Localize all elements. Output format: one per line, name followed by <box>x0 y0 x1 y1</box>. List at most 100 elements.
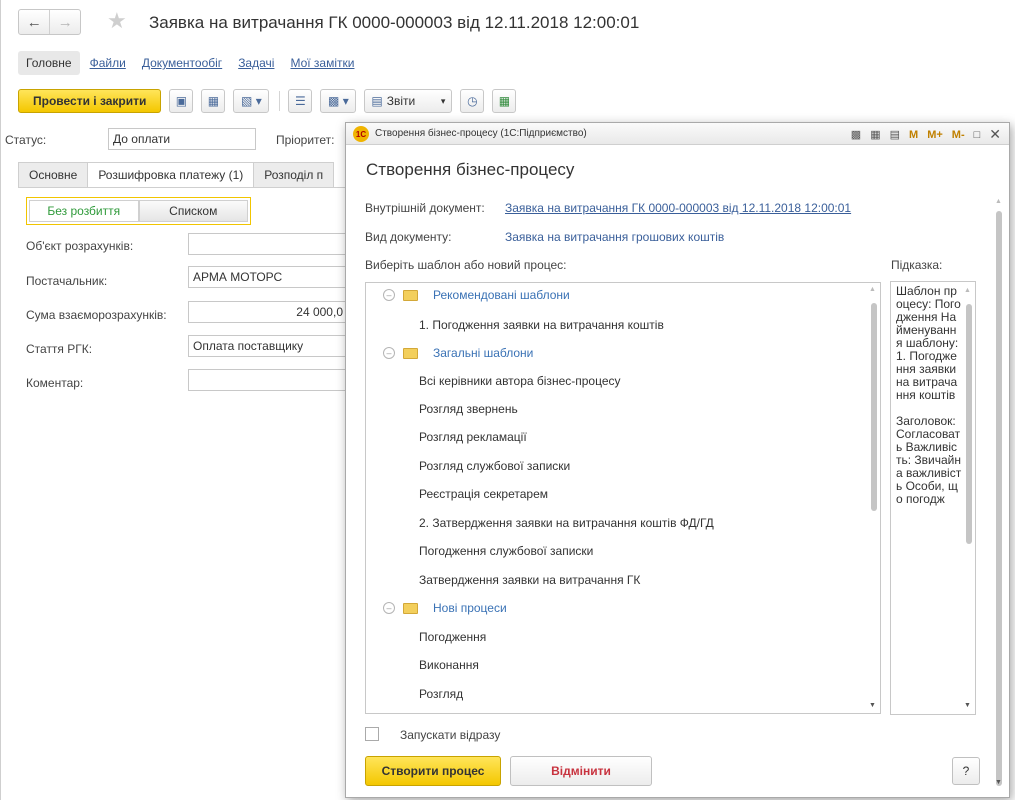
memory-m-button[interactable]: M <box>909 129 918 141</box>
template-item-label: Реєстрація секретарем <box>419 487 548 501</box>
tab-payment-details[interactable]: Розшифровка платежу (1) <box>87 162 255 188</box>
tree-item-row[interactable]: Розгляд звернень <box>366 398 880 420</box>
internal-document-label: Внутрішній документ: <box>365 201 485 215</box>
back-arrow-icon[interactable]: ← <box>19 10 49 34</box>
tree-group-row[interactable]: – Нові процеси <box>366 597 880 619</box>
collapse-icon[interactable]: – <box>383 602 395 614</box>
create-process-button[interactable]: Створити процес <box>365 756 501 786</box>
create-based-on-icon[interactable]: ▧ ▾ <box>233 89 270 113</box>
print-icon[interactable]: ▩ <box>851 128 861 141</box>
folder-icon <box>403 289 418 301</box>
settlement-sum-field[interactable]: 24 000,0 <box>188 301 348 323</box>
settlement-sum-label: Сума взаєморозрахунків: <box>26 308 167 322</box>
chevron-down-icon: ▾ <box>440 95 446 106</box>
tree-scrollbar[interactable] <box>871 303 877 511</box>
section-tabs: Головне Файли Документообіг Задачі Мої з… <box>18 50 370 76</box>
document-list-icon[interactable]: ☰ <box>288 89 313 113</box>
tree-group-row[interactable]: – Рекомендовані шаблони <box>366 284 880 306</box>
supplier-field[interactable]: АРМА МОТОРС <box>188 266 348 288</box>
comment-field[interactable] <box>188 369 348 391</box>
hint-panel: Шаблон процесу: Погодження Найменування … <box>890 281 976 715</box>
cancel-button[interactable]: Відмінити <box>510 756 652 786</box>
tab-main[interactable]: Головне <box>18 51 80 75</box>
tab-tasks[interactable]: Задачі <box>238 56 274 70</box>
memory-m-minus-button[interactable]: M- <box>952 129 965 141</box>
priority-label: Пріоритет: <box>276 133 335 147</box>
post-document-icon[interactable]: ▦ <box>201 89 226 113</box>
template-item-label: Затвердження заявки на витрачання ГК <box>419 573 641 587</box>
tab-basic[interactable]: Основне <box>18 162 89 188</box>
template-item-label: Розгляд службової записки <box>419 459 571 473</box>
run-immediately-checkbox[interactable] <box>365 727 379 741</box>
forward-arrow-icon[interactable]: → <box>49 10 80 34</box>
collapse-icon[interactable]: – <box>383 347 395 359</box>
tree-item-row[interactable]: Погодження <box>366 626 880 648</box>
scroll-up-icon[interactable]: ▲ <box>964 287 971 294</box>
favorite-star-icon[interactable]: ★ <box>107 8 127 34</box>
template-item-label: 1. Погодження заявки на витрачання кошті… <box>419 318 664 332</box>
rgk-article-label: Стаття РГК: <box>26 342 93 356</box>
internal-document-link[interactable]: Заявка на витрачання ГК 0000-000003 від … <box>505 201 851 215</box>
tree-item-row[interactable]: Розгляд службової записки <box>366 455 880 477</box>
run-immediately-label: Запускати відразу <box>400 728 501 742</box>
rgk-article-field[interactable]: Оплата поставщику <box>188 335 348 357</box>
tree-item-row[interactable]: Виконання <box>366 654 880 676</box>
calculator-icon[interactable]: ▦ <box>870 128 880 141</box>
help-button[interactable]: ? <box>952 757 980 785</box>
settlement-object-label: Об'єкт розрахунків: <box>26 239 134 253</box>
without-split-button[interactable]: Без розбиття <box>29 200 139 222</box>
tree-item-row[interactable]: Всі керівники автора бізнес-процесу <box>366 370 880 392</box>
tab-my-notes[interactable]: Мої замітки <box>290 56 354 70</box>
hint-text: Шаблон процесу: Погодження Найменування … <box>896 284 962 506</box>
tab-docflow[interactable]: Документообіг <box>142 56 222 70</box>
tree-item-row[interactable]: Затвердження заявки на витрачання ГК <box>366 569 880 591</box>
template-tree: – Рекомендовані шаблони 1. Погодження за… <box>365 282 881 714</box>
status-field[interactable]: До оплати <box>108 128 256 150</box>
tree-item-row[interactable]: Розгляд рекламації <box>366 426 880 448</box>
scroll-down-icon[interactable]: ▼ <box>995 779 1002 786</box>
tree-group-row[interactable]: – Загальні шаблони <box>366 342 880 364</box>
tree-item-row[interactable]: Реєстрація секретарем <box>366 483 880 505</box>
group-label: Загальні шаблони <box>433 346 534 360</box>
collapse-icon[interactable]: – <box>383 289 395 301</box>
tree-item-row[interactable]: 1. Погодження заявки на витрачання кошті… <box>366 314 880 336</box>
scroll-up-icon[interactable]: ▲ <box>995 198 1002 205</box>
hint-scrollbar[interactable] <box>966 304 972 544</box>
dialog-scrollbar[interactable] <box>996 211 1002 786</box>
memory-m-plus-button[interactable]: M+ <box>927 129 943 141</box>
nav-buttons: ← → <box>18 9 81 35</box>
folder-icon <box>403 602 418 614</box>
history-clock-icon[interactable]: ◷ <box>460 89 485 113</box>
sub-tab-divider <box>18 187 348 188</box>
template-item-label: Всі керівники автора бізнес-процесу <box>419 374 621 388</box>
dialog-window-title: Створення бізнес-процесу (1С:Підприємств… <box>375 128 587 139</box>
tab-files[interactable]: Файли <box>90 56 126 70</box>
split-mode-toggle: Без розбиття Списком <box>26 197 251 225</box>
tree-item-row[interactable]: 2. Затвердження заявки на витрачання кош… <box>366 512 880 534</box>
toolbar-separator <box>279 91 281 111</box>
reports-label: Звіти <box>386 94 416 108</box>
post-and-close-button[interactable]: Провести і закрити <box>18 89 162 113</box>
close-icon[interactable]: ✕ <box>989 126 1001 143</box>
status-label: Статус: <box>5 133 47 147</box>
reports-dropdown[interactable]: ▤ Звіти ▾ <box>364 89 453 113</box>
template-item-label: Розгляд рекламації <box>419 430 527 444</box>
tab-distribution[interactable]: Розподіл п <box>253 162 335 188</box>
scroll-down-icon[interactable]: ▼ <box>869 702 876 709</box>
scroll-up-icon[interactable]: ▲ <box>869 286 876 293</box>
tree-item-row[interactable]: Розгляд <box>366 683 880 705</box>
print-icon[interactable]: ▩ ▾ <box>320 89 357 113</box>
tree-item-row[interactable]: Погодження службової записки <box>366 540 880 562</box>
reports-icon: ▤ <box>371 94 383 108</box>
maximize-icon[interactable]: □ <box>974 129 981 141</box>
calendar-icon[interactable]: ▤ <box>890 128 900 141</box>
document-title: Заявка на витрачання ГК 0000-000003 від … <box>149 13 640 32</box>
folder-icon <box>403 347 418 359</box>
settlement-object-field[interactable] <box>188 233 348 255</box>
scroll-down-icon[interactable]: ▼ <box>964 702 971 709</box>
document-type-label: Вид документу: <box>365 230 452 244</box>
structure-icon[interactable]: ▦ <box>492 89 517 113</box>
as-list-button[interactable]: Списком <box>138 200 248 222</box>
save-icon[interactable]: ▣ <box>169 89 194 113</box>
template-item-label: Розгляд звернень <box>419 402 518 416</box>
